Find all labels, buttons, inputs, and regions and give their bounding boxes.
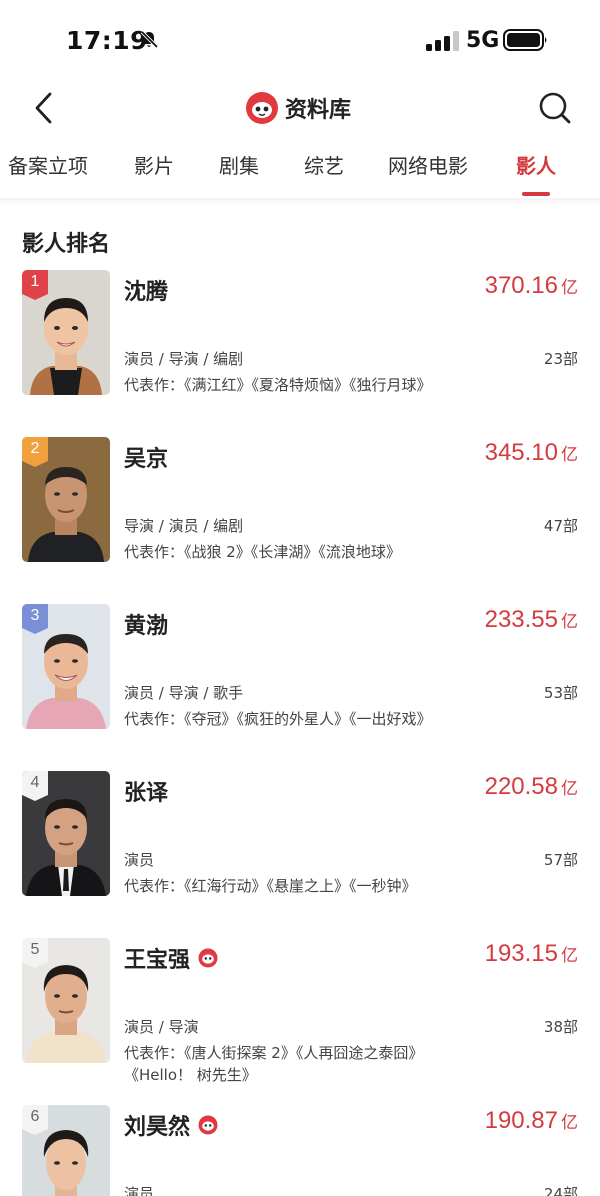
- search-button[interactable]: [532, 86, 578, 130]
- person-row[interactable]: 4 张译 220.58 亿 演员 57部 代表作：《红海行动》《悬崖之上》《一秒钟…: [0, 771, 600, 931]
- tab-series[interactable]: 剧集: [219, 150, 259, 179]
- person-photo: 4: [22, 771, 110, 896]
- network-type: 5G: [466, 28, 500, 53]
- rank-number: 2: [30, 440, 40, 457]
- tab-web-movies[interactable]: 网络电影: [388, 150, 468, 179]
- person-name: 黄渤: [124, 614, 169, 639]
- nav-title-group: 资料库: [245, 88, 351, 128]
- person-name: 吴京: [124, 447, 169, 472]
- box-office-total: 190.87 亿: [484, 1107, 578, 1134]
- page-title: 资料库: [285, 98, 352, 123]
- person-roles: 演员 / 导演 / 编剧: [124, 350, 244, 368]
- person-photo: 5: [22, 938, 110, 1063]
- rank-number: 5: [30, 941, 40, 958]
- search-icon: [539, 92, 571, 124]
- representative-works: 代表作：《战狼 2》《长津湖》《流浪地球》: [124, 543, 401, 561]
- works-count: 53部: [543, 684, 578, 702]
- tab-people[interactable]: 影人: [516, 150, 556, 179]
- rank-number: 6: [30, 1108, 40, 1125]
- person-row[interactable]: 1 沈腾 370.16 亿 演员 / 导演 / 编剧 23部 代表作：《满江红》《…: [0, 270, 600, 430]
- status-bar: 17:19 5G: [0, 0, 600, 80]
- person-row[interactable]: 5 王宝强 193.15 亿 演员 / 导演 38部 代表作：《唐人街探案 2》《…: [0, 938, 600, 1098]
- box-office-total: 233.55 亿: [484, 606, 578, 633]
- person-row[interactable]: 6 刘昊然 190.87 亿 演员 24部: [0, 1105, 600, 1196]
- verified-cat-icon: [198, 1115, 218, 1135]
- back-button[interactable]: [22, 86, 66, 130]
- nav-header: 资料库: [0, 80, 600, 136]
- rank-number: 1: [30, 273, 40, 290]
- person-row[interactable]: 3 黄渤 233.55 亿 演员 / 导演 / 歌手 53部 代表作：《夺冠》《疯…: [0, 604, 600, 764]
- person-roles: 演员 / 导演 / 歌手: [124, 684, 244, 702]
- rank-number: 4: [30, 774, 40, 791]
- box-office-total: 345.10 亿: [484, 439, 578, 466]
- representative-works: 代表作：《红海行动》《悬崖之上》《一秒钟》: [124, 877, 417, 895]
- box-office-total: 193.15 亿: [484, 940, 578, 967]
- person-row[interactable]: 2 吴京 345.10 亿 导演 / 演员 / 编剧 47部 代表作：《战狼 2》…: [0, 437, 600, 597]
- person-name: 张译: [124, 781, 169, 806]
- person-roles: 演员: [124, 1185, 155, 1196]
- tab-movies[interactable]: 影片: [134, 150, 174, 179]
- rank-number: 3: [30, 607, 40, 624]
- bell-muted-icon: [140, 30, 159, 49]
- person-name: 沈腾: [124, 280, 169, 305]
- box-office-total: 370.16 亿: [484, 272, 578, 299]
- representative-works: 代表作：《夺冠》《疯狂的外星人》《一出好戏》: [124, 710, 432, 728]
- person-roles: 导演 / 演员 / 编剧: [124, 517, 244, 535]
- works-count: 38部: [543, 1018, 578, 1036]
- works-count: 23部: [543, 350, 578, 368]
- tab-filing[interactable]: 备案立项: [8, 150, 88, 179]
- person-name: 王宝强: [124, 948, 191, 973]
- battery-icon: [503, 29, 547, 51]
- section-title: 影人排名: [22, 232, 111, 257]
- works-count: 24部: [543, 1185, 578, 1196]
- person-photo: 2: [22, 437, 110, 562]
- person-name: 刘昊然: [124, 1115, 191, 1140]
- maoyan-cat-logo-icon: [246, 92, 278, 124]
- person-photo: 3: [22, 604, 110, 729]
- representative-works: 代表作：《唐人街探案 2》《人再囧途之泰囧》《Hello！ 树先生》: [124, 1044, 424, 1084]
- representative-works: 代表作：《满江红》《夏洛特烦恼》《独行月球》: [124, 376, 432, 394]
- works-count: 47部: [543, 517, 578, 535]
- person-photo: 6: [22, 1105, 110, 1196]
- person-photo: 1: [22, 270, 110, 395]
- tab-variety[interactable]: 综艺: [304, 150, 344, 179]
- divider: [0, 198, 600, 206]
- category-tabs: 备案立项 影片 剧集 综艺 网络电影 影人: [0, 136, 600, 198]
- status-time: 17:19: [66, 26, 149, 55]
- box-office-total: 220.58 亿: [484, 773, 578, 800]
- person-roles: 演员 / 导演: [124, 1018, 199, 1036]
- active-tab-indicator: [522, 192, 550, 196]
- person-roles: 演员: [124, 851, 155, 869]
- verified-cat-icon: [198, 948, 218, 968]
- works-count: 57部: [543, 851, 578, 869]
- chevron-left-icon: [35, 92, 52, 124]
- signal-icon: [426, 31, 459, 51]
